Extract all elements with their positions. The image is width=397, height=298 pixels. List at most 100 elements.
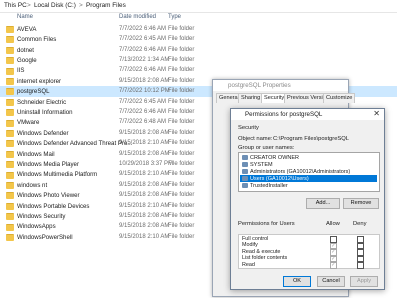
user-group-icon xyxy=(242,169,248,174)
file-type: File folder xyxy=(168,160,195,167)
column-headers: Name Date modified Type xyxy=(0,12,397,23)
column-header-date[interactable]: Date modified xyxy=(119,14,156,20)
user-group-icon xyxy=(242,183,248,188)
file-name: WindowsApps xyxy=(17,223,56,231)
file-name: Windows Portable Devices xyxy=(17,202,90,210)
file-type: File folder xyxy=(168,181,195,188)
file-date: 9/15/2018 2:10 AM xyxy=(119,202,170,209)
file-name: dotnet xyxy=(17,46,34,54)
add-button[interactable]: Add... xyxy=(306,198,340,209)
file-name: Windows Security xyxy=(17,212,66,220)
folder-icon xyxy=(6,98,14,106)
file-row[interactable]: IIS 7/7/2022 6:46 AM File folder xyxy=(0,66,397,76)
file-type: File folder xyxy=(168,88,195,95)
folder-icon xyxy=(6,26,14,33)
file-name: Windows Multimedia Platform xyxy=(17,171,98,179)
user-name: SYSTEM xyxy=(250,161,273,168)
security-tab-label[interactable]: Security xyxy=(238,125,259,131)
folder-icon xyxy=(6,223,14,231)
allow-checkbox[interactable]: ✓ xyxy=(330,261,337,269)
properties-title-bar[interactable]: postgreSQL Properties xyxy=(213,80,348,91)
file-name: Common Files xyxy=(17,36,57,44)
permissions-dialog: Permissions for postgreSQL ✕ Security Ob… xyxy=(230,108,385,290)
permissions-title: Permissions for postgreSQL xyxy=(245,111,323,118)
file-name: Google xyxy=(17,56,37,64)
cancel-button[interactable]: Cancel xyxy=(317,276,345,287)
permission-name: Read xyxy=(242,261,255,268)
file-row[interactable]: Google 7/13/2022 1:34 AM File folder xyxy=(0,55,397,65)
breadcrumb-local-disk[interactable]: Local Disk (C:) xyxy=(34,2,76,9)
user-item[interactable]: SYSTEM xyxy=(240,161,377,168)
file-type: File folder xyxy=(168,129,195,136)
file-row[interactable]: AVEVA 7/7/2022 6:46 AM File folder xyxy=(0,24,397,34)
file-date: 7/7/2022 10:12 PM xyxy=(119,88,170,95)
file-type: File folder xyxy=(168,98,195,105)
file-date: 7/7/2022 6:46 AM xyxy=(119,67,167,74)
folder-icon xyxy=(6,202,14,210)
ok-button[interactable]: OK xyxy=(283,276,311,287)
user-name: Users (GA10012\Users) xyxy=(250,175,309,182)
deny-checkbox[interactable] xyxy=(357,261,364,269)
apply-button[interactable]: Apply xyxy=(350,276,378,287)
file-type: File folder xyxy=(168,67,195,74)
file-name: Windows Defender xyxy=(17,129,69,137)
deny-column-label: Deny xyxy=(353,221,367,227)
folder-icon xyxy=(6,78,14,85)
folder-icon xyxy=(6,130,14,137)
column-header-type[interactable]: Type xyxy=(168,14,181,20)
file-date: 9/15/2018 2:08 AM xyxy=(119,223,170,230)
remove-button[interactable]: Remove xyxy=(343,198,379,209)
file-date: 9/15/2018 2:08 AM xyxy=(119,181,170,188)
file-date: 7/7/2022 6:48 AM xyxy=(119,119,167,126)
file-date: 9/15/2018 2:08 AM xyxy=(119,129,170,136)
permission-name: Read & execute xyxy=(242,248,281,255)
properties-title: postgreSQL Properties xyxy=(228,82,291,89)
file-name: AVEVA xyxy=(17,25,37,33)
file-type: File folder xyxy=(168,108,195,115)
breadcrumb-separator: > xyxy=(27,2,31,9)
user-item[interactable]: TrustedInstaller xyxy=(240,182,377,189)
close-icon[interactable]: ✕ xyxy=(373,109,380,118)
file-date: 10/29/2018 3:37 PM xyxy=(119,160,174,167)
permission-name: Modify xyxy=(242,242,258,249)
file-date: 9/15/2018 2:08 AM xyxy=(119,77,170,84)
user-name: CREATOR OWNER xyxy=(250,154,299,161)
folder-icon xyxy=(6,46,14,54)
user-name: TrustedInstaller xyxy=(250,182,288,189)
tab-sharing[interactable]: Sharing xyxy=(238,93,264,103)
file-name: VMware xyxy=(17,119,40,127)
folder-icon xyxy=(6,109,14,117)
user-group-icon xyxy=(242,162,248,167)
file-type: File folder xyxy=(168,223,195,230)
file-type: File folder xyxy=(168,171,195,178)
folder-icon xyxy=(6,36,14,44)
breadcrumb-program-files[interactable]: Program Files xyxy=(86,2,126,9)
permission-row: Read ✓ xyxy=(241,261,377,269)
file-row[interactable]: dotnet 7/7/2022 6:46 AM File folder xyxy=(0,45,397,55)
folder-icon xyxy=(6,171,14,179)
column-header-name[interactable]: Name xyxy=(17,14,33,20)
object-name-label: Object name: xyxy=(238,136,273,142)
user-list[interactable]: CREATOR OWNER SYSTEM Administrators (GA1… xyxy=(238,152,380,192)
file-type: File folder xyxy=(168,202,195,209)
breadcrumb-this-pc[interactable]: This PC xyxy=(4,2,27,9)
user-name: Administrators (GA10012\Administrators) xyxy=(250,168,351,175)
user-item[interactable]: Administrators (GA10012\Administrators) xyxy=(240,168,377,175)
file-type: File folder xyxy=(168,150,195,157)
permissions-title-bar[interactable]: Permissions for postgreSQL ✕ xyxy=(231,109,384,120)
permissions-list: Full control Modify ✓ Read & execute ✓ L… xyxy=(238,234,380,269)
folder-icon xyxy=(6,119,14,127)
allow-column-label: Allow xyxy=(326,221,340,227)
folder-icon xyxy=(6,140,14,148)
file-row[interactable]: Common Files 7/7/2022 6:45 AM File folder xyxy=(0,34,397,44)
file-date: 9/15/2018 2:10 AM xyxy=(119,233,170,240)
user-group-icon xyxy=(242,176,248,181)
group-or-user-names-label: Group or user names: xyxy=(238,145,295,151)
permission-name: Full control xyxy=(242,236,269,242)
file-name: Windows Defender Advanced Threat Pro... xyxy=(17,140,133,148)
user-item[interactable]: CREATOR OWNER xyxy=(240,154,377,161)
user-item-selected[interactable]: Users (GA10012\Users) xyxy=(240,175,377,182)
folder-icon xyxy=(6,234,14,241)
tab-customize[interactable]: Customize xyxy=(323,93,356,103)
folder-icon xyxy=(6,213,14,221)
